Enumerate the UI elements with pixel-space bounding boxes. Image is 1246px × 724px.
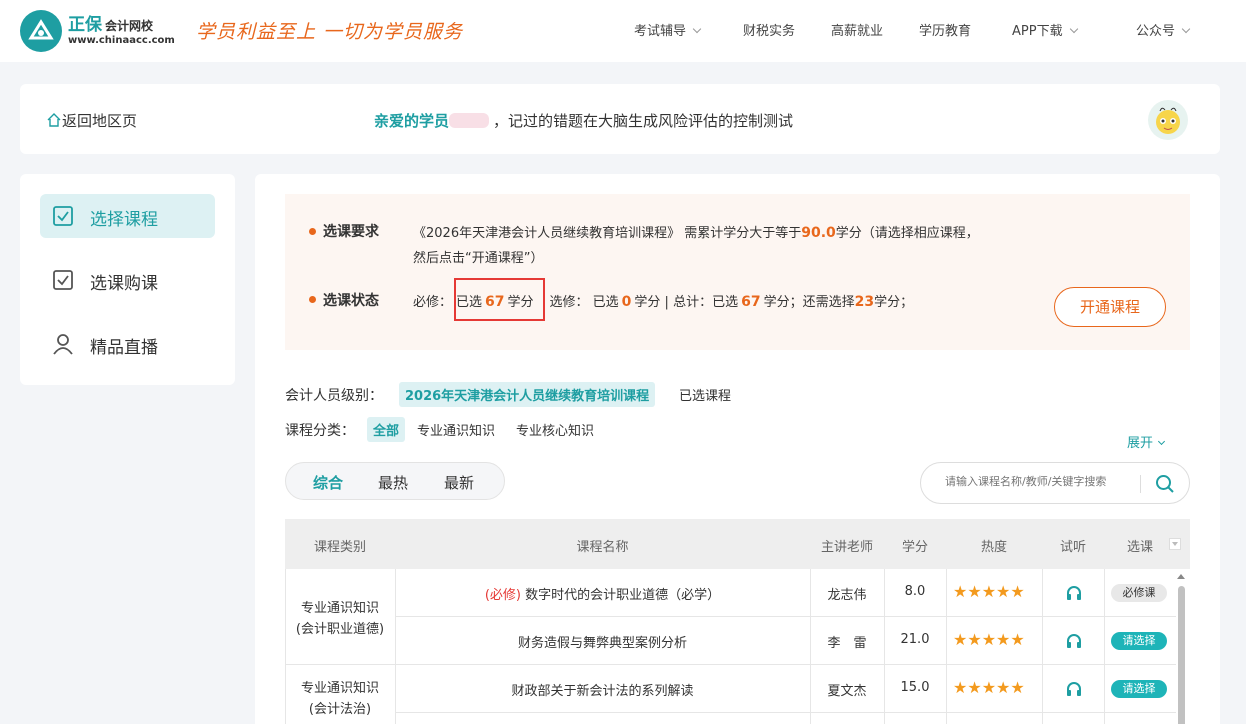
blurred-username xyxy=(449,113,490,128)
category-cell: 专业通识知识 (会计法治) xyxy=(300,681,379,717)
greeting: 亲爱的学员 ，记过的错题在大脑生成风险评估的控制测试 xyxy=(374,112,794,130)
expand-link[interactable]: 展开 xyxy=(1127,432,1166,451)
search-box xyxy=(920,462,1190,504)
category-label: 课程分类： xyxy=(285,423,355,439)
nav-item-jobs[interactable]: 高薪就业 xyxy=(831,20,883,39)
select-course-button[interactable]: 请选择 xyxy=(1111,632,1167,650)
table-scrollbar[interactable] xyxy=(1176,570,1186,724)
col-trial: 试听 xyxy=(1059,540,1086,555)
chevron-down-icon xyxy=(1069,24,1078,34)
course-name[interactable]: 财政部关于新会计法的系列解读 xyxy=(395,680,810,699)
col-credit: 学分 xyxy=(901,540,928,555)
back-link[interactable]: 返回地区页 xyxy=(46,110,137,131)
search-divider xyxy=(1140,475,1141,493)
col-course-name: 课程名称 xyxy=(576,540,629,555)
sidebar-item-buy-course[interactable]: 选课购课 xyxy=(40,258,215,302)
level-chip-selected[interactable]: 已选课程 xyxy=(673,382,737,407)
sort-tab-comprehensive[interactable]: 综合 xyxy=(313,472,343,493)
scrollbar-thumb[interactable] xyxy=(1178,586,1185,724)
table-header: 课程类别 课程名称 主讲老师 学分 热度 试听 选课 xyxy=(285,519,1190,569)
user-icon xyxy=(53,334,73,355)
teacher-cell: 夏文杰 xyxy=(827,684,867,699)
search-icon[interactable] xyxy=(1155,474,1175,494)
sidebar: 选择课程 选课购课 精品直播 xyxy=(20,174,235,385)
welcome-card: 返回地区页 亲爱的学员 ，记过的错题在大脑生成风险评估的控制测试 xyxy=(20,84,1220,154)
sort-tab-hot[interactable]: 最热 xyxy=(378,472,408,493)
course-table: 专业通识知识 (会计职业道德) (必修) 数字时代的会计职业道德（必学） 龙志伟 … xyxy=(285,569,1190,724)
logo-icon[interactable] xyxy=(20,10,62,52)
sort-tab-new[interactable]: 最新 xyxy=(444,472,474,493)
category-cell: 专业通识知识 (会计职业道德) xyxy=(295,601,385,637)
nav-item-degree[interactable]: 学历教育 xyxy=(919,20,971,39)
col-category: 课程类别 xyxy=(313,540,366,555)
nav-item-app[interactable]: APP下载 xyxy=(1012,20,1078,39)
checkbox-icon xyxy=(53,206,73,226)
search-input[interactable] xyxy=(945,475,1130,488)
sidebar-item-select-course[interactable]: 选择课程 xyxy=(40,194,215,238)
brand-url: www.chinaacc.com xyxy=(68,35,175,46)
requirement-text: 《2026年天津港会计人员继续教育培训课程》 需累计学分大于等于90.0学分（请… xyxy=(413,225,979,241)
course-name[interactable]: 财务造假与舞弊典型案例分析 xyxy=(395,632,810,651)
scroll-up-icon[interactable] xyxy=(1176,572,1186,580)
chevron-down-icon xyxy=(1157,437,1166,446)
requirement-title: 选课要求 xyxy=(323,224,379,240)
filter-dropdown-icon[interactable] xyxy=(1169,538,1181,550)
category-chip-all[interactable]: 全部 xyxy=(367,417,406,442)
headphones-icon[interactable] xyxy=(1065,584,1083,602)
chevron-down-icon xyxy=(1181,24,1191,34)
headphones-icon[interactable] xyxy=(1065,680,1083,698)
required-badge: 必修课 xyxy=(1111,584,1167,602)
rating-stars: ★★★★★ xyxy=(953,678,1025,697)
brand-name[interactable]: 正保 会计网校 xyxy=(68,10,153,35)
nav-item-wechat[interactable]: 公众号 xyxy=(1136,20,1191,39)
level-chip-active[interactable]: 2026年天津港会计人员继续教育培训课程 xyxy=(399,382,656,407)
highlight-box xyxy=(454,278,545,321)
select-course-button[interactable]: 请选择 xyxy=(1111,680,1167,698)
status-title: 选课状态 xyxy=(323,293,379,309)
credit-cell: 8.0 xyxy=(904,584,926,599)
slogan: 学员利益至上 一切为学员服务 xyxy=(196,21,464,43)
chevron-down-icon xyxy=(692,24,702,34)
main-panel: 选课要求 《2026年天津港会计人员继续教育培训课程》 需累计学分大于等于90.… xyxy=(255,174,1220,724)
course-name[interactable]: (必修) 数字时代的会计职业道德（必学） xyxy=(395,584,810,603)
checkbox-icon xyxy=(53,270,73,290)
requirement-text-2: 然后点击“开通课程”） xyxy=(413,251,544,266)
credit-cell: 15.0 xyxy=(900,680,930,695)
bullet-dot xyxy=(309,228,316,235)
headphones-icon[interactable] xyxy=(1065,632,1083,650)
rating-stars: ★★★★★ xyxy=(953,582,1025,601)
category-chip-general[interactable]: 专业通识知识 xyxy=(411,417,501,442)
avatar[interactable] xyxy=(1148,100,1188,140)
top-navbar: 正保 会计网校 www.chinaacc.com 学员利益至上 一切为学员服务 考… xyxy=(0,0,1246,62)
teacher-cell: 龙志伟 xyxy=(827,588,867,603)
col-select: 选课 xyxy=(1126,540,1153,555)
sidebar-item-live[interactable]: 精品直播 xyxy=(40,322,215,366)
col-heat: 热度 xyxy=(980,540,1007,555)
category-chip-core[interactable]: 专业核心知识 xyxy=(510,417,600,442)
open-course-button[interactable]: 开通课程 xyxy=(1054,287,1166,327)
rating-stars: ★★★★★ xyxy=(953,630,1025,649)
sort-tabs: 综合 最热 最新 xyxy=(285,462,505,500)
level-label: 会计人员级别： xyxy=(285,388,383,404)
col-teacher: 主讲老师 xyxy=(820,540,873,555)
bullet-dot xyxy=(309,296,316,303)
home-icon xyxy=(47,113,61,127)
credit-cell: 21.0 xyxy=(900,632,930,647)
nav-item-tax[interactable]: 财税实务 xyxy=(743,20,795,39)
nav-item-exam[interactable]: 考试辅导 xyxy=(634,20,702,39)
teacher-cell: 李 雷 xyxy=(827,636,867,651)
course-notice: 选课要求 《2026年天津港会计人员继续教育培训课程》 需累计学分大于等于90.… xyxy=(285,194,1190,350)
